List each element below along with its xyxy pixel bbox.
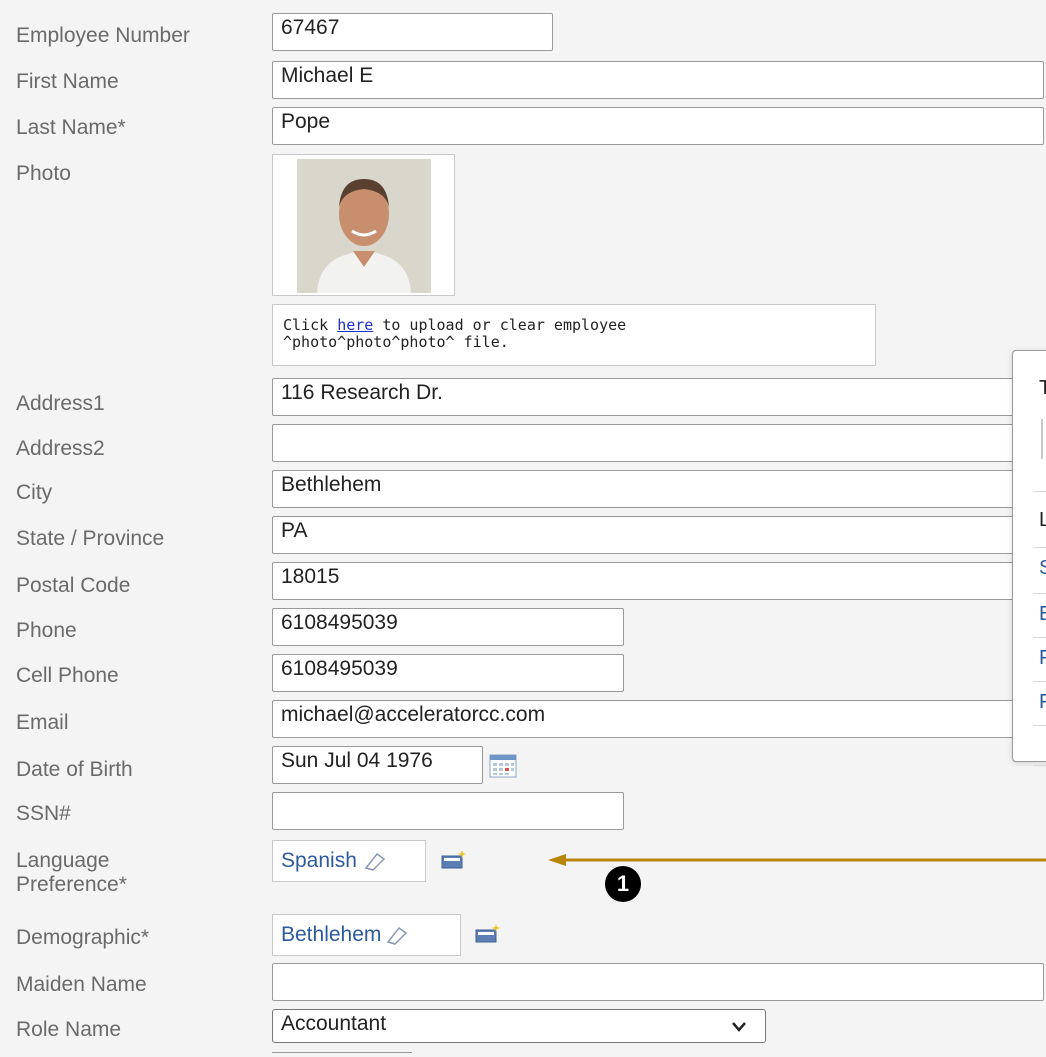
language-chip[interactable]: Spanish [272, 840, 426, 882]
employee-photo [297, 159, 431, 293]
upload-text-prefix: Click [283, 316, 338, 334]
demographic-value: Bethlehem [281, 923, 382, 946]
side-panel-letter: T [1039, 377, 1046, 399]
separator [1033, 637, 1046, 638]
side-panel-link[interactable]: E [1039, 603, 1046, 626]
role-name-select[interactable]: Accountant [272, 1009, 766, 1043]
first-name-label: First Name [16, 70, 119, 93]
separator [1033, 491, 1046, 492]
ssn-label: SSN# [16, 802, 71, 825]
photo-upload-note: Click here to upload or clear employee ^… [272, 304, 876, 366]
next-field-edge [272, 1052, 412, 1057]
eraser-icon[interactable] [383, 924, 409, 946]
language-label-text: Preference [16, 873, 119, 896]
separator [1033, 681, 1046, 682]
upload-text-line2: ^photo^photo^photo^ file. [283, 333, 509, 351]
side-panel-letter: L [1039, 509, 1046, 531]
cell-phone-label: Cell Phone [16, 664, 119, 687]
role-name-label: Role Name [16, 1018, 122, 1041]
role-name-value: Accountant [281, 1012, 387, 1035]
annotation-number: 1 [616, 871, 630, 896]
calendar-icon[interactable] [489, 754, 517, 778]
side-panel-link[interactable]: S [1039, 557, 1046, 580]
photo-label: Photo [16, 162, 71, 185]
language-label-line2: Preference* [16, 873, 127, 897]
postal-code-field[interactable]: 18015 [272, 562, 1044, 600]
demographic-chip[interactable]: Bethlehem [272, 914, 461, 956]
phone-label: Phone [16, 619, 77, 642]
email-label: Email [16, 711, 69, 734]
edit-selection-icon[interactable] [440, 848, 468, 872]
chevron-down-icon [732, 1022, 746, 1032]
required-marker: * [117, 116, 126, 139]
language-label-line1: Language [16, 849, 110, 872]
dob-field[interactable]: Sun Jul 04 1976 [272, 746, 483, 784]
last-name-label-text: Last Name [16, 116, 118, 139]
required-marker: * [118, 873, 127, 896]
separator [1033, 593, 1046, 594]
demographic-label: Demographic* [16, 926, 149, 950]
side-panel: T L S E F F [1012, 350, 1046, 766]
side-panel-link[interactable]: F [1039, 691, 1046, 714]
ssn-field[interactable] [272, 792, 624, 830]
address2-label: Address2 [16, 437, 105, 460]
upload-here-link[interactable]: here [337, 316, 373, 334]
address1-field[interactable]: 116 Research Dr. [272, 378, 1044, 416]
employee-number-label: Employee Number [16, 24, 190, 47]
state-field[interactable]: PA [272, 516, 1044, 554]
phone-field[interactable]: 6108495039 [272, 608, 624, 646]
upload-text-suffix: to upload or clear employee [373, 316, 627, 334]
first-name-field[interactable]: Michael E [272, 61, 1044, 99]
side-panel-link[interactable]: F [1039, 647, 1046, 670]
cell-phone-field[interactable]: 6108495039 [272, 654, 624, 692]
annotation-marker: 1 [605, 866, 641, 902]
dob-label: Date of Birth [16, 758, 133, 781]
separator [1033, 725, 1046, 726]
maiden-name-label: Maiden Name [16, 973, 147, 996]
separator [1033, 547, 1046, 548]
employee-photo-frame [272, 154, 455, 296]
required-marker: * [140, 926, 150, 949]
eraser-icon[interactable] [361, 850, 387, 872]
city-field[interactable]: Bethlehem [272, 470, 1044, 508]
language-value: Spanish [281, 849, 357, 872]
last-name-field[interactable]: Pope [272, 107, 1044, 145]
side-panel-box [1041, 419, 1046, 459]
maiden-name-field[interactable] [272, 963, 1044, 1001]
demographic-label-text: Demographic [16, 926, 141, 949]
email-field[interactable]: michael@acceleratorcc.com [272, 700, 1044, 738]
edit-selection-icon[interactable] [474, 922, 502, 946]
state-label: State / Province [16, 527, 165, 550]
address1-label: Address1 [16, 392, 105, 415]
postal-code-label: Postal Code [16, 574, 131, 597]
separator [1033, 765, 1046, 766]
last-name-label: Last Name* [16, 116, 126, 140]
address2-field[interactable] [272, 424, 1044, 462]
employee-number-field[interactable]: 67467 [272, 13, 553, 51]
city-label: City [16, 481, 53, 504]
language-label: Language Preference* [16, 849, 127, 897]
